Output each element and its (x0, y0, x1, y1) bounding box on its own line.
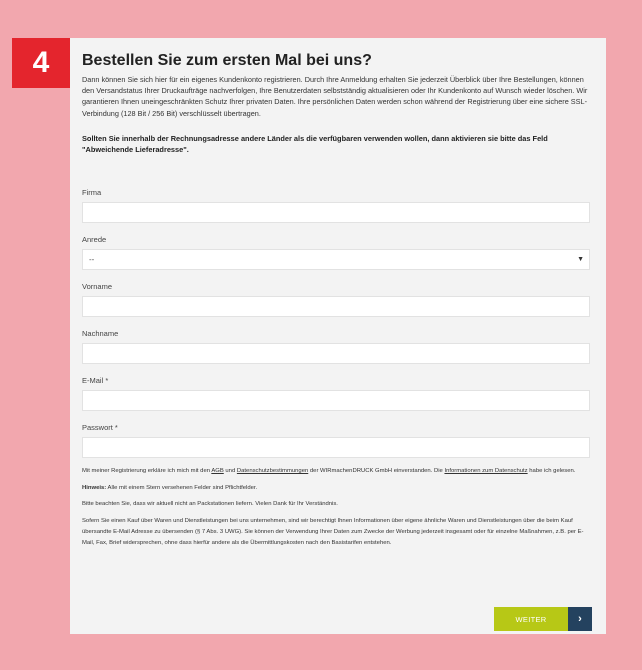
nachname-input[interactable] (82, 342, 590, 364)
agb-link[interactable]: AGB (211, 468, 223, 474)
consent-suffix: habe ich gelesen. (527, 467, 576, 474)
passwort-label: Passwort * (82, 422, 118, 432)
anrede-select[interactable]: -- ▼ (82, 248, 590, 270)
email-label: E-Mail * (82, 375, 109, 385)
firma-label: Firma (82, 187, 102, 197)
consent-mid: der WIRmachenDRUCK GmbH einverstanden. D… (308, 467, 445, 474)
intro-text: Dann können Sie sich hier für ein eigene… (82, 75, 588, 118)
hint-text: Alle mit einem Stern versehenen Felder s… (106, 484, 258, 491)
consent-and: und (223, 467, 237, 474)
passwort-input[interactable] (82, 436, 590, 458)
consent-prefix: Mit meiner Registrierung erkläre ich mic… (82, 467, 212, 474)
delivery-address-notice: Sollten Sie innerhalb der Rechnungsadres… (82, 133, 548, 155)
consent-text: Mit meiner Registrierung erkläre ich mic… (82, 466, 592, 477)
anrede-label: Anrede (82, 234, 107, 244)
required-hint: Hinweis: Alle mit einem Stern versehenen… (82, 483, 592, 494)
step-number-badge: 4 (12, 38, 70, 88)
registration-panel: Bestellen Sie zum ersten Mal bei uns? Da… (70, 38, 606, 634)
firma-input[interactable] (82, 201, 590, 223)
marketing-notice: Sofern Sie einen Kauf über Waren und Die… (82, 518, 584, 546)
hint-label: Hinweis: (82, 484, 107, 491)
email-input[interactable] (82, 389, 590, 411)
chevron-right-icon[interactable]: › (568, 607, 592, 631)
packstation-notice: Bitte beachten Sie, dass wir aktuell nic… (82, 501, 338, 508)
nachname-label: Nachname (82, 328, 119, 338)
registration-form: Firma Anrede -- ▼ Vorname Nachname E-Mai… (82, 188, 592, 458)
privacy-info-link[interactable]: Informationen zum Datenschutz (444, 468, 527, 474)
weiter-button[interactable]: WEITER (494, 607, 568, 631)
anrede-selected-value: -- (89, 254, 95, 264)
vorname-input[interactable] (82, 295, 590, 317)
vorname-label: Vorname (82, 281, 113, 291)
legal-text-block: Mit meiner Registrierung erkläre ich mic… (82, 466, 592, 549)
privacy-policy-link[interactable]: Datenschutzbestimmungen (237, 468, 308, 474)
caret-down-icon: ▼ (577, 255, 584, 263)
page-title: Bestellen Sie zum ersten Mal bei uns? (82, 52, 372, 69)
submit-row: WEITER › (494, 607, 592, 631)
registration-content: Bestellen Sie zum ersten Mal bei uns? Da… (82, 52, 592, 555)
